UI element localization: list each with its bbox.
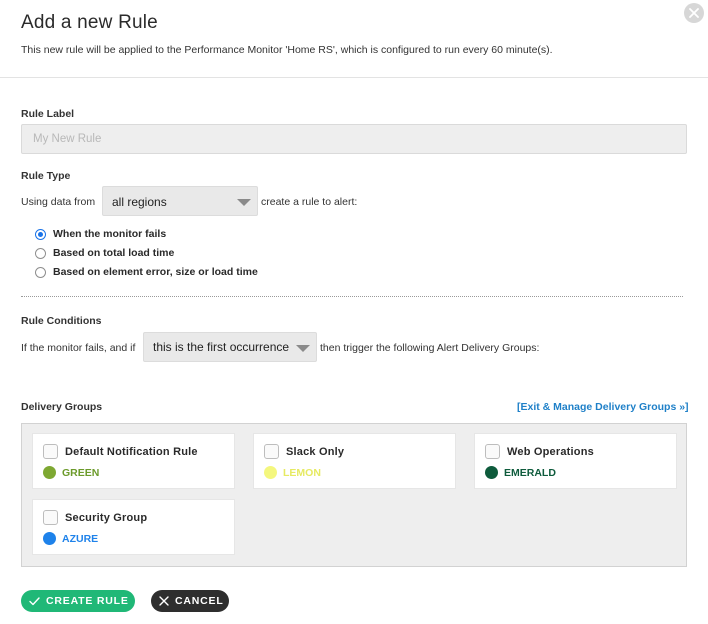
color-dot-icon — [264, 466, 277, 479]
check-icon — [29, 596, 40, 606]
delivery-group-checkbox[interactable] — [43, 510, 58, 525]
rule-type-suffix: create a rule to alert: — [261, 196, 358, 208]
radio-button[interactable] — [35, 228, 46, 240]
delivery-group-card[interactable]: Slack Only LEMON — [253, 433, 456, 489]
chevron-down-icon — [237, 199, 251, 206]
delivery-group-card[interactable]: Default Notification Rule GREEN — [32, 433, 235, 489]
occurrence-select-value: this is the first occurrence — [153, 340, 290, 354]
cancel-label: CANCEL — [175, 595, 224, 607]
rule-conditions-suffix: then trigger the following Alert Deliver… — [320, 342, 540, 354]
region-select-value: all regions — [112, 195, 167, 209]
create-rule-label: CREATE RULE — [46, 595, 129, 607]
delivery-group-card[interactable]: Web Operations EMERALD — [474, 433, 677, 489]
radio-label: Based on total load time — [53, 247, 175, 259]
create-rule-button[interactable]: CREATE RULE — [21, 590, 135, 612]
radio-label: Based on element error, size or load tim… — [53, 266, 258, 278]
rule-type-heading: Rule Type — [21, 170, 71, 182]
delivery-group-name: Web Operations — [507, 446, 594, 458]
rule-type-prefix: Using data from — [21, 196, 96, 208]
radio-total-load-time[interactable]: Based on total load time — [35, 246, 174, 260]
delivery-groups-panel: Default Notification Rule GREEN Slack On… — [21, 423, 687, 567]
color-dot-icon — [485, 466, 498, 479]
delivery-group-card[interactable]: Security Group AZURE — [32, 499, 235, 555]
radio-when-monitor-fails[interactable]: When the monitor fails — [35, 227, 166, 241]
delivery-group-name: Default Notification Rule — [65, 446, 198, 458]
delivery-group-color: EMERALD — [504, 467, 556, 479]
color-dot-icon — [43, 466, 56, 479]
x-icon — [159, 596, 169, 606]
rule-label-input[interactable] — [21, 124, 687, 154]
rule-conditions-heading: Rule Conditions — [21, 315, 102, 327]
occurrence-select[interactable]: this is the first occurrence — [143, 332, 317, 362]
delivery-groups-heading: Delivery Groups — [21, 401, 103, 413]
chevron-down-icon — [296, 345, 310, 352]
delivery-group-color: LEMON — [283, 467, 321, 479]
delivery-group-checkbox[interactable] — [43, 444, 58, 459]
region-select[interactable]: all regions — [102, 186, 258, 216]
delivery-group-name: Security Group — [65, 512, 148, 524]
modal-title: Add a new Rule — [21, 12, 158, 33]
delivery-group-name: Slack Only — [286, 446, 345, 458]
delivery-group-color: GREEN — [62, 467, 100, 479]
delivery-group-color: AZURE — [62, 533, 99, 545]
rule-conditions-prefix: If the monitor fails, and if — [21, 342, 136, 354]
modal-header: Add a new Rule This new rule will be app… — [0, 0, 708, 78]
manage-delivery-groups-link[interactable]: [Exit & Manage Delivery Groups »] — [517, 401, 689, 413]
close-button[interactable] — [684, 3, 704, 23]
delivery-group-checkbox[interactable] — [264, 444, 279, 459]
color-dot-icon — [43, 532, 56, 545]
delivery-group-checkbox[interactable] — [485, 444, 500, 459]
section-divider — [21, 296, 683, 297]
radio-element-error[interactable]: Based on element error, size or load tim… — [35, 265, 258, 279]
rule-label-heading: Rule Label — [21, 108, 75, 120]
modal-subtitle: This new rule will be applied to the Per… — [21, 44, 553, 56]
radio-label: When the monitor fails — [53, 228, 167, 240]
radio-button[interactable] — [35, 266, 46, 278]
radio-button[interactable] — [35, 247, 46, 259]
cancel-button[interactable]: CANCEL — [151, 590, 229, 612]
close-icon — [689, 8, 699, 18]
